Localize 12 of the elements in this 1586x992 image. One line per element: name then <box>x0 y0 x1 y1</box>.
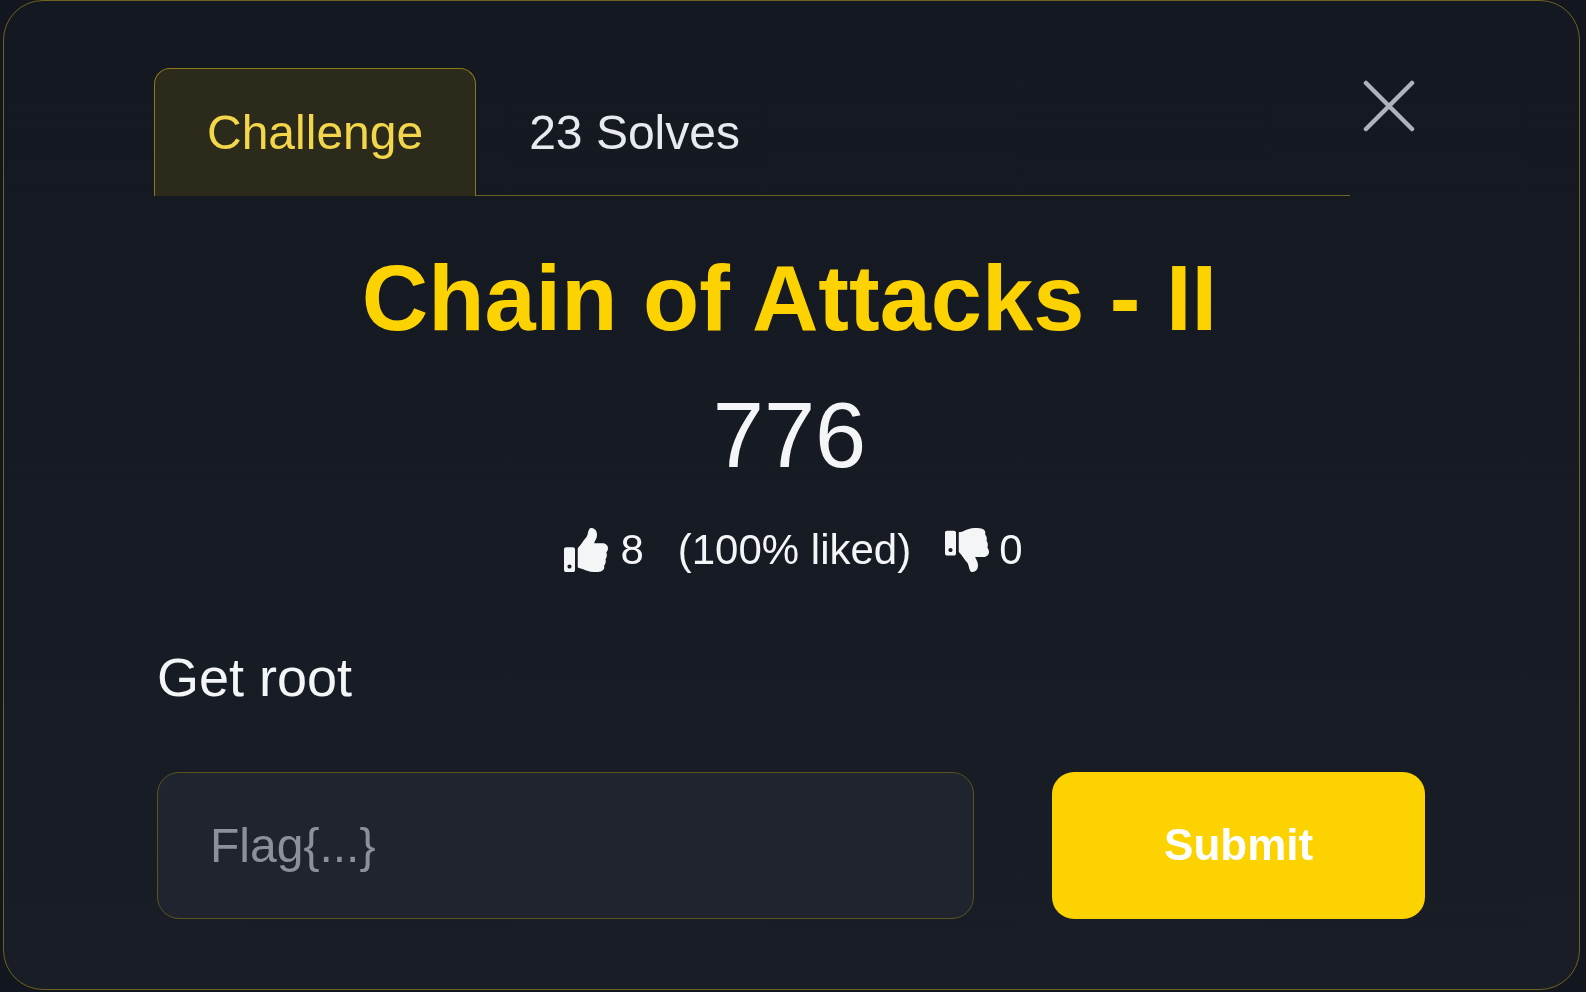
liked-share: (100% liked) <box>677 528 912 571</box>
dislikes-count: 0 <box>999 528 1023 571</box>
thumbs-down-icon[interactable] <box>945 527 990 572</box>
close-icon[interactable] <box>1363 80 1415 132</box>
thumbs-up-icon[interactable] <box>564 527 609 572</box>
challenge-title: Chain of Attacks - II <box>360 251 1219 344</box>
tab[interactable]: Challenge <box>154 68 477 196</box>
tab[interactable]: 23 Solves <box>476 68 793 196</box>
likes-count: 8 <box>620 528 644 571</box>
points-value: 776 <box>711 388 868 481</box>
challenge-description: Get root <box>157 649 354 704</box>
flag-input[interactable]: Flag{...} <box>157 771 975 919</box>
